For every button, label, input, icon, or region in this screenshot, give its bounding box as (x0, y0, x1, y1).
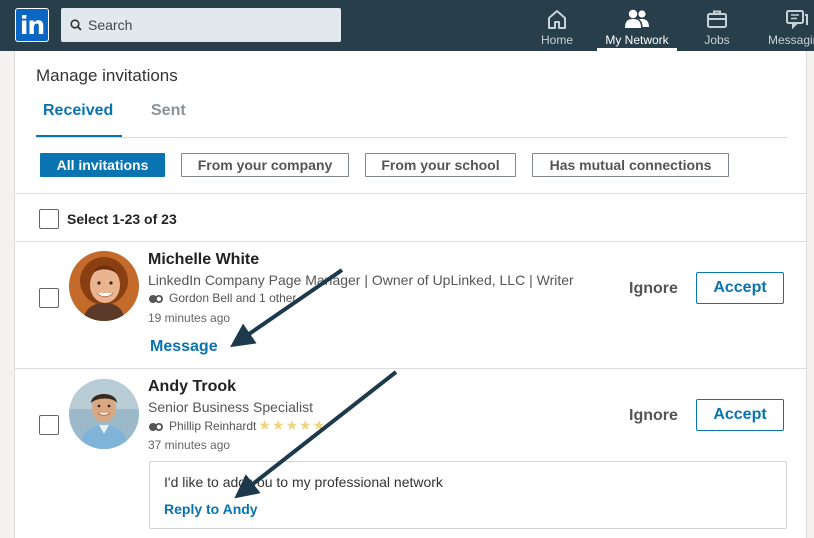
invitation-name[interactable]: Andy Trook (148, 378, 236, 396)
filter-all-invitations[interactable]: All invitations (40, 153, 165, 177)
search-input[interactable] (88, 8, 333, 42)
invitation-name[interactable]: Michelle White (148, 251, 259, 269)
nav-jobs[interactable]: Jobs (692, 0, 742, 51)
ignore-button[interactable]: Ignore (629, 407, 678, 425)
message-link[interactable]: Message (150, 338, 218, 356)
tab-received[interactable]: Received (36, 102, 122, 138)
invitation-time: 19 minutes ago (148, 311, 231, 325)
nav-messaging-label: Messaging (767, 33, 814, 47)
messaging-icon (786, 10, 808, 29)
select-all-label: Select 1-23 of 23 (67, 211, 177, 227)
people-icon (625, 9, 649, 28)
filter-from-school[interactable]: From your school (365, 153, 516, 177)
nav-my-network[interactable]: My Network (597, 0, 677, 51)
filter-from-company[interactable]: From your company (181, 153, 349, 177)
mutual-connections[interactable]: Gordon Bell and 1 other (148, 291, 296, 305)
invitation-note: I'd like to add you to my professional n… (149, 461, 787, 529)
accept-button[interactable]: Accept (696, 272, 784, 304)
row-divider (15, 368, 806, 369)
reply-link[interactable]: Reply to Andy (164, 501, 258, 517)
briefcase-icon (707, 10, 727, 28)
section-divider (15, 193, 806, 194)
tab-sent[interactable]: Sent (151, 102, 186, 120)
nav-my-network-label: My Network (605, 33, 669, 47)
search-icon (70, 19, 82, 31)
invitation-checkbox[interactable] (39, 288, 59, 308)
mutual-connections-text: Gordon Bell and 1 other (169, 291, 297, 305)
mutual-connections-icon (149, 295, 163, 303)
invitation-checkbox[interactable] (39, 415, 59, 435)
manage-invitations-card: Manage invitations Received Sent All inv… (14, 51, 807, 538)
mutual-connections-text: Phillip Reinhardt (169, 419, 257, 433)
mutual-connections-icon (149, 423, 163, 431)
accept-button[interactable]: Accept (696, 399, 784, 431)
page-title: Manage invitations (36, 66, 178, 85)
invitation-headline: Senior Business Specialist (148, 399, 313, 415)
avatar[interactable] (69, 379, 139, 449)
nav-home[interactable]: Home (532, 0, 582, 51)
invitation-time: 37 minutes ago (148, 438, 231, 452)
mutual-connections[interactable]: Phillip Reinhardt ★★★★★ (148, 417, 326, 434)
top-navigation-bar: in Home My Network Jobs (0, 0, 814, 51)
select-all-checkbox[interactable] (39, 209, 59, 229)
tab-divider (36, 137, 787, 138)
linkedin-logo[interactable]: in (15, 8, 49, 42)
profile-photo-andy (69, 379, 139, 449)
profile-photo-michelle (69, 251, 139, 321)
rating-stars: ★★★★★ (258, 417, 327, 433)
avatar[interactable] (69, 251, 139, 321)
row-divider (15, 241, 806, 242)
invitation-headline: LinkedIn Company Page Manager | Owner of… (148, 272, 574, 288)
nav-jobs-label: Jobs (704, 33, 730, 47)
invitation-note-text: I'd like to add you to my professional n… (164, 474, 443, 490)
ignore-button[interactable]: Ignore (629, 280, 678, 298)
nav-messaging[interactable]: Messaging (762, 0, 814, 51)
search-box[interactable] (61, 8, 341, 42)
nav-home-label: Home (540, 33, 573, 47)
home-icon (548, 10, 566, 29)
filter-mutual-connections[interactable]: Has mutual connections (532, 153, 729, 177)
